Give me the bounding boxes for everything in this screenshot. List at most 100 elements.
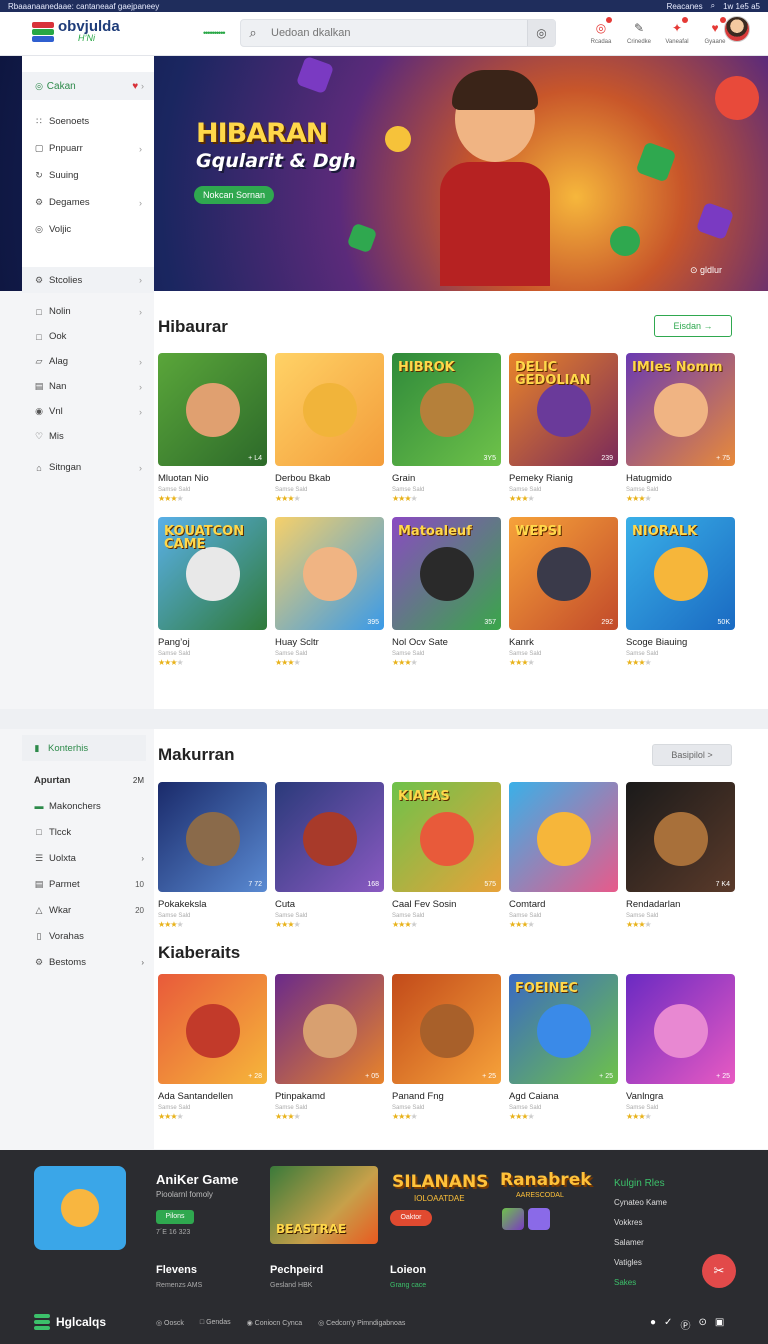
game-thumbnail[interactable]: 7 72 xyxy=(158,782,267,892)
game-card[interactable]: KIAFAS 575 Caal Fev Sosin Samse Sald ★★★★ xyxy=(392,782,501,929)
game-title[interactable]: Scoge Biauing xyxy=(626,637,735,648)
search-icon[interactable]: ⌕ xyxy=(711,1,715,11)
game-title[interactable]: Derbou Bkab xyxy=(275,473,384,484)
search-input[interactable] xyxy=(265,20,527,46)
game-thumbnail[interactable]: 7 K4 xyxy=(626,782,735,892)
game-card[interactable]: + 05 Ptinpakamd Samse Sald ★★★★ xyxy=(275,974,384,1121)
game-thumbnail[interactable]: FOEINEC + 25 xyxy=(509,974,618,1084)
game-title[interactable]: Caal Fev Sosin xyxy=(392,899,501,910)
sidebar-item[interactable]: ∷ Soenoets xyxy=(22,108,154,135)
game-card[interactable]: + 25 Vanlngra Samse Sald ★★★★ xyxy=(626,974,735,1121)
game-card[interactable]: 395 Huay Scltr Samse Sald ★★★★ xyxy=(275,517,384,667)
sidebar-item-active[interactable]: ◎ Cakan ♥ › xyxy=(22,72,154,100)
category-item-active[interactable]: ▮ Konterhis xyxy=(22,735,146,761)
hero-cta-button[interactable]: Nokcan Sornan xyxy=(194,186,274,204)
game-title[interactable]: Grain xyxy=(392,473,501,484)
sidebar-item[interactable]: ♡ Mis xyxy=(22,424,154,449)
game-thumbnail[interactable] xyxy=(509,782,618,892)
game-card[interactable]: 7 72 Pokakeksla Samse Sald ★★★★ xyxy=(158,782,267,929)
game-title[interactable]: Kanrk xyxy=(509,637,618,648)
header-icon-button[interactable]: ✦ Vaneafal xyxy=(662,17,692,45)
search-submit-button[interactable]: ◎ xyxy=(527,20,555,46)
social-circle-icon[interactable]: ● xyxy=(650,1317,656,1332)
footer-red-button[interactable]: Oaktor xyxy=(390,1210,432,1226)
game-thumbnail[interactable]: Matoaleuf 357 xyxy=(392,517,501,630)
game-title[interactable]: Ada Santandellen xyxy=(158,1091,267,1102)
app-icon[interactable]: ▣ xyxy=(715,1317,724,1332)
header-icon-button[interactable]: ✎ Crinedke xyxy=(624,18,654,45)
game-title[interactable]: Vanlngra xyxy=(626,1091,735,1102)
game-title[interactable]: Pokakeksla xyxy=(158,899,267,910)
game-card[interactable]: DELIC GEDOLIAN 239 Pemeky Rianig Samse Sald… xyxy=(509,353,618,503)
game-card[interactable]: WEPSI 292 Kanrk Samse Sald ★★★★ xyxy=(509,517,618,667)
sidebar-item[interactable]: □ Ook xyxy=(22,324,154,349)
game-thumbnail[interactable]: 168 xyxy=(275,782,384,892)
category-item[interactable]: ☰ Uolxta › xyxy=(22,845,146,871)
game-thumbnail[interactable] xyxy=(275,353,384,466)
category-item[interactable]: △ Wkar 20 xyxy=(22,897,146,923)
sidebar-item[interactable]: □ Nolin › xyxy=(22,299,154,324)
category-item[interactable]: □ Tlcck xyxy=(22,819,146,845)
game-title[interactable]: Agd Caiana xyxy=(509,1091,618,1102)
footer-mini-thumb[interactable] xyxy=(528,1208,550,1230)
footer-column-heading[interactable]: Flevens xyxy=(156,1264,202,1276)
footer-bottom-link[interactable]: □ Gendas xyxy=(200,1319,231,1327)
game-card[interactable]: 7 K4 Rendadarlan Samse Sald ★★★★ xyxy=(626,782,735,929)
instagram-icon[interactable]: ⊙ xyxy=(698,1317,706,1332)
footer-bottom-link[interactable]: ◎ Cedcon'y Pimndigabnoas xyxy=(318,1319,405,1327)
footer-column-heading[interactable]: Loieon xyxy=(390,1264,426,1276)
footer-link[interactable]: Salamer xyxy=(614,1238,667,1247)
game-thumbnail[interactable]: IMIes Nomm + 75 xyxy=(626,353,735,466)
category-item[interactable]: ⚙ Bestoms › xyxy=(22,949,146,975)
game-thumbnail[interactable]: HIBROK 3Y5 xyxy=(392,353,501,466)
top-strip-link[interactable]: Reacanes xyxy=(667,2,703,11)
category-item[interactable]: ▬ Makonchers xyxy=(22,793,146,819)
game-card[interactable]: FOEINEC + 25 Agd Caiana Samse Sald ★★★★ xyxy=(509,974,618,1121)
game-thumbnail[interactable]: WEPSI 292 xyxy=(509,517,618,630)
game-title[interactable]: Panand Fng xyxy=(392,1091,501,1102)
game-card[interactable]: IMIes Nomm + 75 Hatugmido Samse Sald ★★★★ xyxy=(626,353,735,503)
browse-button[interactable]: Basipilol > xyxy=(652,744,732,766)
sidebar-item[interactable]: ▱ Alag › xyxy=(22,349,154,374)
sidebar-item[interactable]: ▢ Pnpuarr › xyxy=(22,135,154,162)
footer-link[interactable]: Vokkres xyxy=(614,1218,667,1227)
sidebar-item[interactable]: ⚙ Stcolies › xyxy=(22,267,154,293)
footer-bottom-link[interactable]: ◉ Coniocn Cynca xyxy=(247,1319,303,1327)
game-card[interactable]: + 25 Panand Fng Samse Sald ★★★★ xyxy=(392,974,501,1121)
sidebar-item[interactable]: ▤ Nan › xyxy=(22,374,154,399)
sidebar-item[interactable]: ⌂ Sitngan › xyxy=(22,455,154,480)
footer-brand[interactable]: Hglcalqs xyxy=(34,1314,106,1330)
category-item[interactable]: ▤ Parmet 10 xyxy=(22,871,146,897)
game-thumbnail[interactable]: + 25 xyxy=(626,974,735,1084)
game-card[interactable]: + L4 Mluotan Nio Samse Sald ★★★★ xyxy=(158,353,267,503)
footer-mini-thumb[interactable] xyxy=(502,1208,524,1230)
footer-bottom-link[interactable]: ◎ Oosck xyxy=(156,1319,184,1327)
footer-promo-image[interactable]: BEASTRAE xyxy=(270,1166,378,1244)
game-title[interactable]: Huay Scltr xyxy=(275,637,384,648)
twitter-icon[interactable]: ✓ xyxy=(664,1317,672,1332)
game-card[interactable]: 168 Cuta Samse Sald ★★★★ xyxy=(275,782,384,929)
header-icon-button[interactable]: ◎ Rcadaa xyxy=(586,17,616,45)
game-card[interactable]: Derbou Bkab Samse Sald ★★★★ xyxy=(275,353,384,503)
footer-column-heading[interactable]: Pechpeird xyxy=(270,1264,323,1276)
game-card[interactable]: Matoaleuf 357 Nol Ocv Sate Samse Sald ★★★★ xyxy=(392,517,501,667)
avatar[interactable] xyxy=(724,16,750,42)
game-title[interactable]: Pemeky Rianig xyxy=(509,473,618,484)
game-card[interactable]: HIBROK 3Y5 Grain Samse Sald ★★★★ xyxy=(392,353,501,503)
game-card[interactable]: KOUATCON CAME Pang’oj Samse Sald ★★★★ xyxy=(158,517,267,667)
footer-link[interactable]: Vatigles xyxy=(614,1258,667,1267)
game-thumbnail[interactable]: KIAFAS 575 xyxy=(392,782,501,892)
sidebar-item[interactable]: ◉ Vnl › xyxy=(22,399,154,424)
game-thumbnail[interactable]: + 25 xyxy=(392,974,501,1084)
footer-play-button[interactable]: Pilons xyxy=(156,1210,194,1224)
game-thumbnail[interactable]: NIORALK 50K xyxy=(626,517,735,630)
game-title[interactable]: Cuta xyxy=(275,899,384,910)
game-thumbnail[interactable]: KOUATCON CAME xyxy=(158,517,267,630)
site-logo[interactable]: obvjulda H’Ni xyxy=(32,19,120,43)
sidebar-item[interactable]: ⚙ Degames › xyxy=(22,189,154,216)
game-thumbnail[interactable]: + 28 xyxy=(158,974,267,1084)
game-title[interactable]: Ptinpakamd xyxy=(275,1091,384,1102)
footer-game-image[interactable] xyxy=(34,1166,126,1250)
view-all-button[interactable]: Eisdan → xyxy=(654,315,732,337)
game-card[interactable]: NIORALK 50K Scoge Biauing Samse Sald ★★★★ xyxy=(626,517,735,667)
